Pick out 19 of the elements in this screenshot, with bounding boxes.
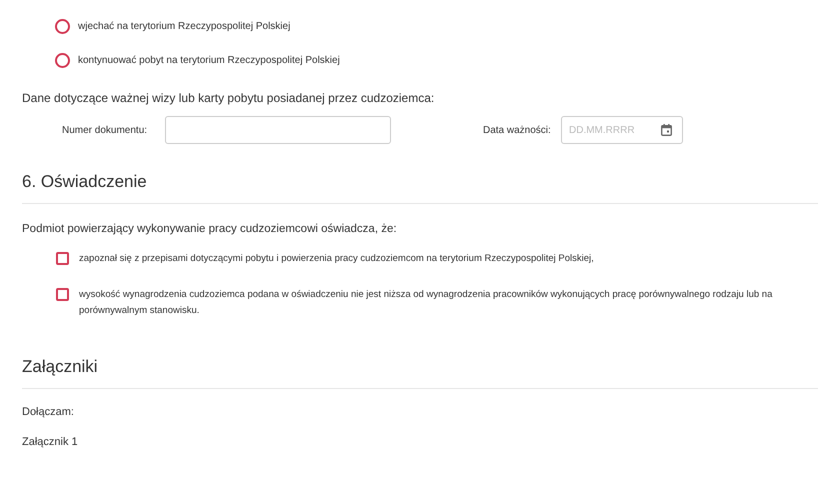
radio-button[interactable]: [55, 52, 70, 68]
checkbox-label: zapoznał się z przepisami dotyczącymi pobytu i powierzenia pracy cudzoziemcom na terytorium Rzeczypospolitej Polskiej,: [79, 252, 594, 266]
checkbox[interactable]: [56, 252, 69, 265]
calendar-icon[interactable]: [661, 124, 672, 136]
field-label: Numer dokumentu:: [62, 124, 148, 136]
document-number-field[interactable]: [165, 116, 391, 144]
radio-button[interactable]: [55, 18, 70, 34]
section-title: 6. Oświadczenie: [22, 172, 818, 204]
checkbox[interactable]: [56, 288, 69, 301]
checkbox-label: wysokość wynagrodzenia cudzoziemca podana w oświadczeniu nie jest niższa od wynagrodzenia pracowników wykonujących pracę porównywalnego rodzaju lub na porównywalnym stanowisku.: [79, 288, 774, 318]
attachment-item: Załącznik 1: [22, 436, 79, 448]
field-label: Data ważności:: [483, 124, 552, 136]
radio-label: kontynuować pobyt na terytorium Rzeczypospolitej Polskiej: [78, 54, 340, 66]
date-field[interactable]: DD.MM.RRRR: [561, 116, 683, 144]
attachments-intro: Dołączam:: [22, 406, 75, 418]
statement-intro: Podmiot powierzający wykonywanie pracy cudzoziemcowi oświadcza, że:: [22, 223, 398, 235]
section-subheading: Dane dotyczące ważnej wizy lub karty pobytu posiadanej przez cudzoziemca:: [22, 91, 436, 105]
section-title: Załączniki: [22, 357, 818, 389]
radio-label: wjechać na terytorium Rzeczypospolitej Polskiej: [78, 20, 290, 32]
